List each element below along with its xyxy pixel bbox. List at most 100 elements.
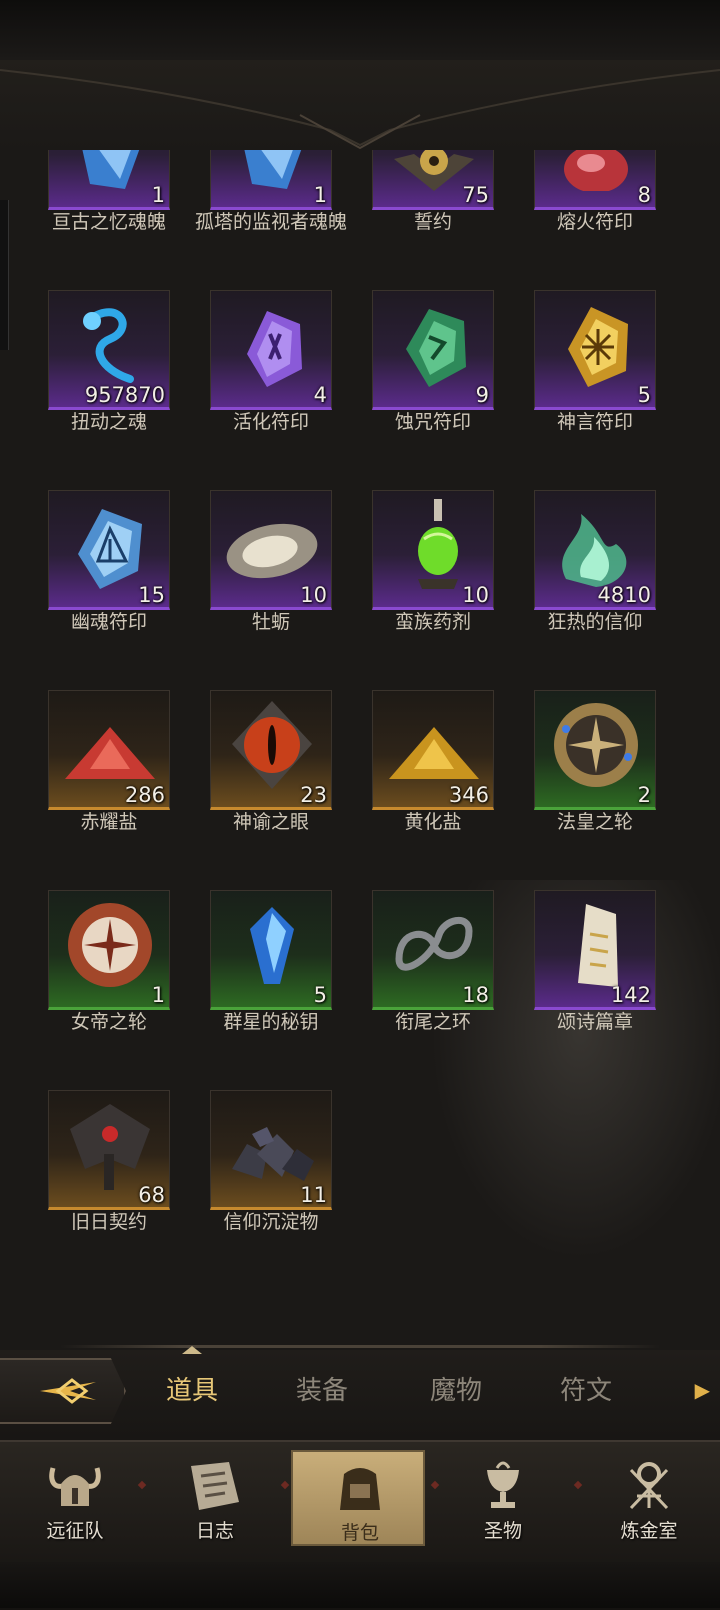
alchemy-symbol-icon [629, 1462, 669, 1510]
item-slot[interactable]: 957870 [48, 290, 170, 410]
inventory-item[interactable]: 11 信仰沉淀物 [192, 1090, 358, 1270]
nav-expedition[interactable]: 远征队 [8, 1450, 142, 1546]
inventory-item[interactable]: 2 法皇之轮 [516, 690, 682, 870]
item-slot[interactable]: 10 [372, 490, 494, 610]
chevron-right-icon[interactable]: ▶ [695, 1378, 710, 1402]
green-flame-icon [562, 514, 627, 587]
item-slot[interactable]: 5 [534, 290, 656, 410]
tab-items[interactable]: 道具 [166, 1370, 218, 1407]
nav-journal[interactable]: 日志 [148, 1450, 282, 1546]
item-slot[interactable]: 75 [372, 150, 494, 210]
item-count: 10 [300, 583, 327, 607]
item-slot[interactable]: 68 [48, 1090, 170, 1210]
ouroboros-ring-icon [395, 917, 473, 971]
back-button[interactable] [0, 1358, 126, 1424]
nav-backpack[interactable]: 背包 [291, 1450, 425, 1546]
inventory-item[interactable]: 18 衔尾之环 [354, 890, 520, 1070]
tab-runes[interactable]: 符文 [560, 1370, 612, 1407]
inventory-grid: 1 亘古之忆魂魄 1 孤塔的监视者魂魄 75 誓约 8 熔火符印 957870 … [0, 150, 720, 1350]
item-count: 18 [462, 983, 489, 1007]
item-name: 信仰沉淀物 [223, 1211, 319, 1233]
inventory-item[interactable]: 4 活化符印 [192, 290, 358, 470]
tab-equipment[interactable]: 装备 [296, 1370, 348, 1407]
item-name: 女帝之轮 [70, 1011, 147, 1033]
item-name: 熔火符印 [556, 211, 633, 233]
item-count: 286 [124, 783, 165, 807]
item-slot[interactable]: 9 [372, 290, 494, 410]
inventory-item[interactable]: 10 蛮族药剂 [354, 490, 520, 670]
item-slot[interactable]: 1 [48, 150, 170, 210]
item-count: 1 [313, 183, 327, 207]
item-count: 15 [138, 583, 165, 607]
item-name: 幽魂符印 [70, 611, 147, 633]
item-name: 衔尾之环 [394, 1011, 471, 1033]
inventory-item[interactable]: 142 颂诗篇章 [516, 890, 682, 1070]
item-count: 68 [138, 1183, 165, 1207]
item-count: 23 [300, 783, 327, 807]
item-slot[interactable]: 10 [210, 490, 332, 610]
inventory-item[interactable]: 5 群星的秘钥 [192, 890, 358, 1070]
tab-monsters[interactable]: 魔物 [430, 1370, 482, 1407]
item-count: 5 [637, 383, 651, 407]
inventory-item[interactable]: 68 旧日契约 [30, 1090, 196, 1270]
compass-wheel-gold-icon [554, 703, 638, 787]
item-name: 蚀咒符印 [394, 411, 471, 433]
item-name: 旧日契约 [70, 1211, 147, 1233]
inventory-item[interactable]: 5 神言符印 [516, 290, 682, 470]
item-name: 活化符印 [232, 411, 309, 433]
inventory-item[interactable]: 15 幽魂符印 [30, 490, 196, 670]
coal-rocks-icon [232, 1127, 314, 1181]
item-slot[interactable]: 4810 [534, 490, 656, 610]
blue-crystal-soul-icon [82, 150, 140, 189]
oracle-eye-icon [232, 701, 312, 789]
item-slot[interactable]: 1 [210, 150, 332, 210]
item-name: 狂热的信仰 [547, 611, 643, 633]
item-slot[interactable]: 15 [48, 490, 170, 610]
yellow-salt-pile-icon [389, 727, 479, 779]
green-rune-stone-icon [406, 309, 466, 387]
red-rune-stone-icon [564, 150, 628, 191]
item-slot[interactable]: 1 [48, 890, 170, 1010]
item-count: 8 [637, 183, 651, 207]
inventory-item[interactable]: 1 女帝之轮 [30, 890, 196, 1070]
item-count: 10 [462, 583, 489, 607]
item-count: 1 [151, 183, 165, 207]
inventory-item[interactable]: 957870 扭动之魂 [30, 290, 196, 470]
inventory-item[interactable]: 1 亘古之忆魂魄 [30, 150, 196, 270]
inventory-item[interactable]: 4810 狂热的信仰 [516, 490, 682, 670]
blue-gem-key-icon [250, 907, 294, 984]
item-name: 亘古之忆魂魄 [51, 211, 166, 233]
inventory-item[interactable]: 1 孤塔的监视者魂魄 [192, 150, 358, 270]
nav-label: 圣物 [483, 1520, 522, 1542]
inventory-item[interactable]: 10 牡蛎 [192, 490, 358, 670]
nav-alchemy[interactable]: 炼金室 [582, 1450, 716, 1546]
inventory-item[interactable]: 346 黄化盐 [354, 690, 520, 870]
item-count: 11 [300, 1183, 327, 1207]
item-slot[interactable]: 142 [534, 890, 656, 1010]
gold-rune-stone-icon [568, 307, 628, 387]
inventory-item[interactable]: 286 赤耀盐 [30, 690, 196, 870]
item-slot[interactable]: 8 [534, 150, 656, 210]
map-scroll-icon [191, 1462, 239, 1510]
category-tabbar: 道具 装备 魔物 符文 ▶ [0, 1346, 720, 1440]
blue-wisp-soul-icon [83, 308, 134, 383]
item-slot[interactable]: 2 [534, 690, 656, 810]
inventory-item[interactable]: 9 蚀咒符印 [354, 290, 520, 470]
dark-sigil-icon [70, 1104, 150, 1190]
item-slot[interactable]: 346 [372, 690, 494, 810]
item-slot[interactable]: 11 [210, 1090, 332, 1210]
item-slot[interactable]: 286 [48, 690, 170, 810]
nav-relics[interactable]: 圣物 [436, 1450, 570, 1546]
nav-separator [280, 1480, 290, 1490]
item-slot[interactable]: 5 [210, 890, 332, 1010]
item-slot[interactable]: 23 [210, 690, 332, 810]
item-slot[interactable]: 4 [210, 290, 332, 410]
red-salt-pile-icon [65, 727, 155, 779]
inventory-item[interactable]: 8 熔火符印 [516, 150, 682, 270]
item-name: 蛮族药剂 [394, 611, 471, 633]
inventory-item[interactable]: 23 神谕之眼 [192, 690, 358, 870]
item-name: 赤耀盐 [80, 811, 138, 833]
section-divider [60, 1345, 660, 1348]
inventory-item[interactable]: 75 誓约 [354, 150, 520, 270]
item-slot[interactable]: 18 [372, 890, 494, 1010]
